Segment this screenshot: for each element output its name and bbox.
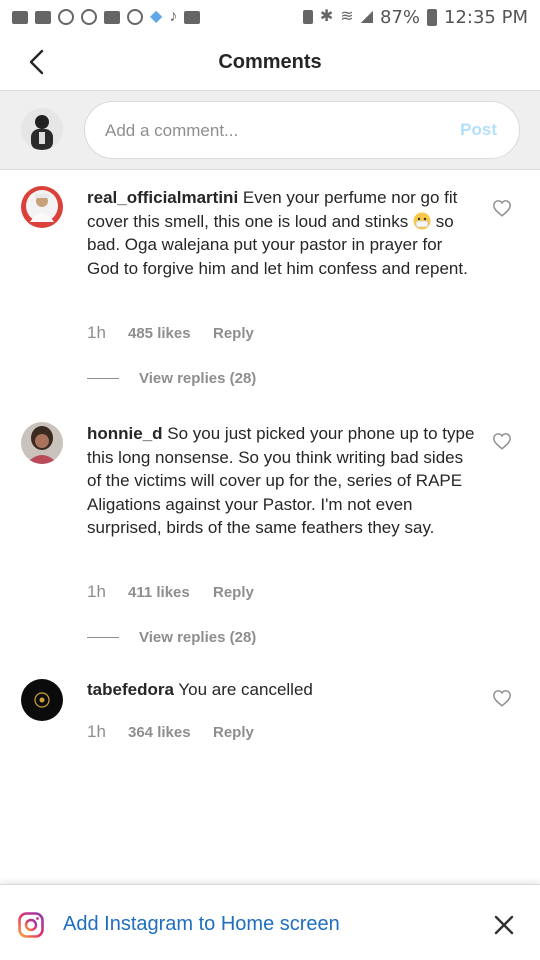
like-count[interactable]: 485 likes [128,325,213,342]
comment-username[interactable]: honnie_d [87,424,163,443]
comment-meta: 1h 411 likes Reply [87,582,254,602]
comment-input[interactable] [105,118,435,144]
comment-box: Post [84,101,520,159]
calendar-icon [184,10,201,24]
close-icon[interactable] [492,913,516,937]
clock: 12:35 PM [444,6,528,28]
comment-body: honnie_d So you just picked your phone u… [87,422,477,540]
comment-meta: 1h 485 likes Reply [87,323,254,343]
view-replies-label: View replies (28) [139,370,257,387]
reply-button[interactable]: Reply [213,325,254,342]
instagram-icon [18,912,44,938]
music-note-icon: ♪ [169,8,178,25]
comment-meta: 1h 364 likes Reply [87,722,254,742]
dropbox-icon: ◆ [150,8,163,25]
comment-time: 1h [87,582,106,601]
page-title: Comments [218,50,322,73]
post-button[interactable]: Post [460,120,497,140]
wifi-icon: ≋ [340,8,354,25]
commenter-avatar[interactable] [21,679,63,721]
message-icon [12,10,28,24]
whatsapp-outline-icon [81,9,97,25]
view-replies-label: View replies (28) [139,629,257,646]
replies-divider [87,637,119,638]
commenter-avatar[interactable] [21,422,63,464]
add-to-home-banner: Add Instagram to Home screen [0,884,540,960]
view-replies-button[interactable]: View replies (28) [87,629,256,646]
add-to-home-link[interactable]: Add Instagram to Home screen [63,913,340,936]
messenger-icon [127,9,143,25]
bluetooth-icon: ✱ [319,8,334,25]
my-avatar [21,108,63,150]
signal-icon: ◢ [360,8,373,25]
gallery-icon [104,10,120,24]
battery-icon [427,8,438,26]
chevron-left-icon [29,49,44,75]
comment-username[interactable]: tabefedora [87,680,174,699]
comment-text: You are cancelled [173,680,313,699]
whatsapp-icon [58,9,74,25]
replies-divider [87,378,119,379]
comment-composer: Post [0,90,540,170]
status-bar: ◆ ♪ ✱ ≋ ◢ 87% 12:35 PM [0,0,540,34]
reply-button[interactable]: Reply [213,724,254,741]
commenter-avatar[interactable] [21,186,63,228]
like-heart-icon[interactable] [492,689,512,707]
comment-body: tabefedora You are cancelled [87,678,477,702]
like-count[interactable]: 364 likes [128,724,213,741]
comment-time: 1h [87,722,106,741]
view-replies-button[interactable]: View replies (28) [87,370,256,387]
system-icons: ✱ ≋ ◢ 87% 12:35 PM [302,6,528,28]
like-heart-icon[interactable] [492,199,512,217]
comment-time: 1h [87,323,106,342]
reply-button[interactable]: Reply [213,584,254,601]
like-heart-icon[interactable] [492,432,512,450]
lock-icon [302,10,313,24]
back-button[interactable] [18,44,54,80]
comment-username[interactable]: real_officialmartini [87,188,238,207]
face-with-medical-mask-emoji [413,212,431,229]
like-count[interactable]: 411 likes [128,584,213,601]
comment-body: real_officialmartini Even your perfume n… [87,186,477,280]
battery-percent: 87% [380,6,421,28]
notification-icons: ◆ ♪ [12,8,201,25]
header: Comments [0,34,540,90]
mail-icon [35,10,51,24]
